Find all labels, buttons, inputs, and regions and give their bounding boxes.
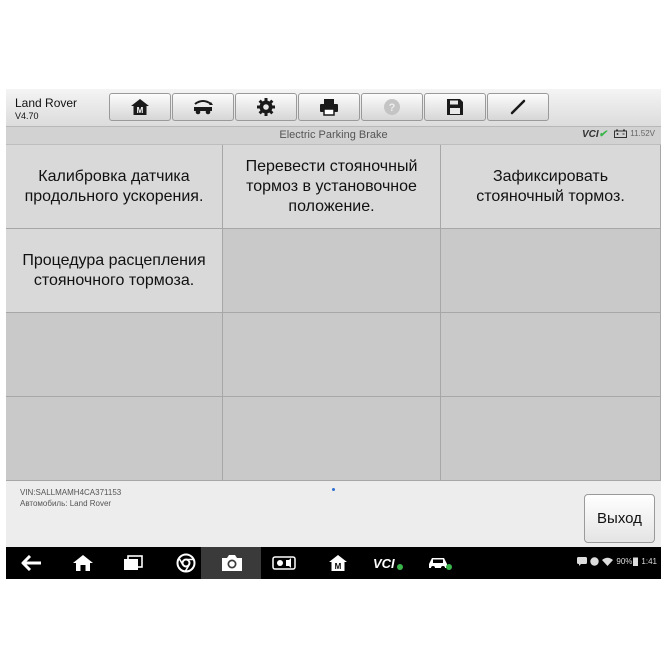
- exit-button[interactable]: Выход: [584, 494, 655, 543]
- vehicle-button[interactable]: [426, 553, 454, 573]
- back-button[interactable]: [20, 553, 44, 573]
- diagnostics-home-button[interactable]: M: [326, 553, 350, 573]
- edit-button[interactable]: [487, 93, 549, 121]
- home-icon: [73, 555, 93, 571]
- vehicle-swap-button[interactable]: [172, 93, 234, 121]
- brand-block: Land Rover V4.70: [15, 96, 77, 121]
- gear-icon: [257, 98, 275, 116]
- function-lock-parking-brake[interactable]: Зафиксировать стояночный тормоз.: [441, 145, 661, 229]
- function-parking-brake-install-position[interactable]: Перевести стояночный тормоз в установочн…: [223, 145, 441, 229]
- camera-button[interactable]: [220, 553, 244, 573]
- pencil-icon: [510, 99, 526, 115]
- clock: 1:41: [641, 557, 657, 566]
- car-icon: [429, 558, 452, 570]
- vehicle-info: VIN:SALLMAMH4CA371153 Автомобиль: Land R…: [20, 487, 121, 509]
- print-button[interactable]: [298, 93, 360, 121]
- voltage-value: 11.52V: [630, 129, 655, 138]
- recent-apps-icon: [124, 555, 143, 570]
- home-icon: M: [131, 99, 149, 115]
- chrome-icon: [176, 553, 196, 573]
- help-icon: ?: [384, 99, 400, 115]
- m-home-icon: M: [329, 555, 347, 571]
- app-screen: Land Rover V4.70 M ? Electric Parking Br…: [6, 89, 661, 579]
- android-home-button[interactable]: [71, 553, 95, 573]
- vci-button[interactable]: VCI: [372, 553, 404, 573]
- top-toolbar: Land Rover V4.70 M ?: [6, 89, 661, 127]
- toolbar-buttons: M ?: [109, 93, 550, 123]
- camera-icon: [222, 555, 242, 571]
- vci-icon: VCI: [373, 556, 403, 571]
- vehicle-text: Автомобиль: Land Rover: [20, 499, 112, 508]
- vin-text: VIN:SALLMAMH4CA371153: [20, 488, 122, 497]
- vehicle-swap-icon: [194, 100, 213, 115]
- sync-notification-icon: [590, 557, 600, 566]
- save-icon: [447, 99, 463, 115]
- footer: VIN:SALLMAMH4CA371153 Автомобиль: Land R…: [6, 481, 661, 547]
- wifi-icon: [602, 557, 614, 566]
- save-button[interactable]: [424, 93, 486, 121]
- function-release-parking-brake[interactable]: Процедура расцепления стояночного тормоз…: [6, 229, 223, 313]
- function-accel-sensor-calibration[interactable]: Калибровка датчика продольного ускорения…: [6, 145, 223, 229]
- empty-cell: [223, 229, 441, 313]
- vci-connected-icon: ✔: [598, 129, 607, 140]
- empty-cell: [6, 397, 223, 481]
- car-battery-icon: [614, 129, 628, 138]
- empty-cell: [223, 313, 441, 397]
- page-title: Electric Parking Brake: [279, 129, 388, 141]
- svg-text:M: M: [335, 562, 342, 571]
- svg-text:M: M: [137, 106, 144, 115]
- function-titlebar: Electric Parking Brake VCI✔ 11.52V: [6, 127, 661, 145]
- home-button[interactable]: M: [109, 93, 171, 121]
- battery-icon: [633, 557, 639, 566]
- brightness-icon: [272, 556, 296, 570]
- battery-percent: 90%: [616, 557, 633, 566]
- empty-cell: [441, 313, 661, 397]
- screen-brightness-button[interactable]: [271, 553, 297, 573]
- browser-button[interactable]: [174, 553, 198, 573]
- svg-text:?: ?: [389, 102, 396, 114]
- vci-label: VCI: [581, 129, 599, 140]
- empty-cell: [441, 229, 661, 313]
- status-bar: 90% 1:41: [577, 557, 657, 566]
- empty-cell: [6, 313, 223, 397]
- vehicle-voltage: 11.52V: [614, 129, 655, 138]
- recent-apps-button[interactable]: [121, 553, 145, 573]
- help-button[interactable]: ?: [361, 93, 423, 121]
- empty-cell: [441, 397, 661, 481]
- settings-button[interactable]: [235, 93, 297, 121]
- vci-status: VCI✔: [582, 129, 607, 140]
- chat-notification-icon: [577, 557, 588, 566]
- printer-icon: [320, 99, 338, 116]
- brand-name: Land Rover: [15, 96, 78, 110]
- empty-cell: [223, 397, 441, 481]
- page-indicator: [332, 488, 335, 491]
- android-navbar: M VCI 90% 1:41: [6, 547, 661, 579]
- svg-text:VCI: VCI: [373, 556, 395, 571]
- function-grid: Калибровка датчика продольного ускорения…: [6, 145, 661, 481]
- app-version: V4.70: [15, 111, 39, 121]
- back-arrow-icon: [21, 555, 41, 571]
